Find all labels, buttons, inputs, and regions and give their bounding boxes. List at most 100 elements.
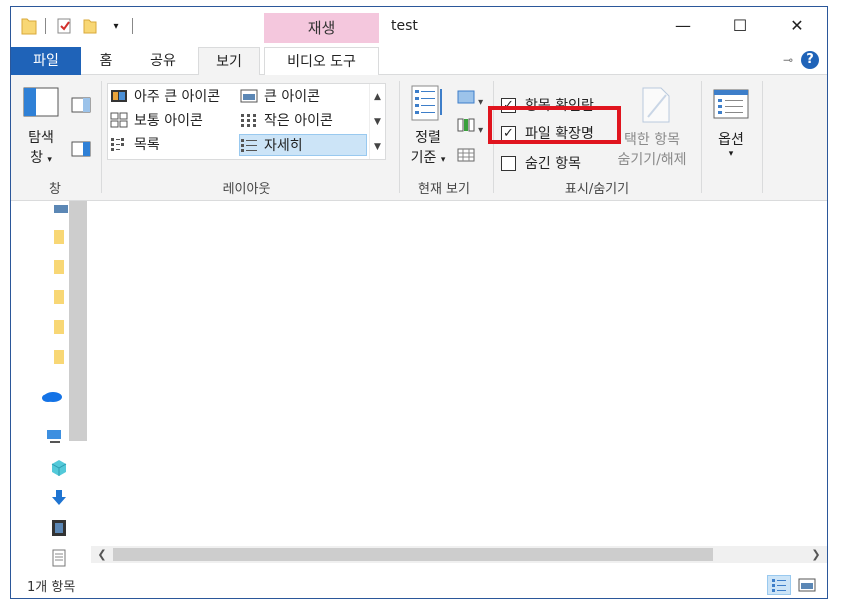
divider <box>132 18 133 34</box>
group-label-show-hide: 표시/숨기기 <box>564 182 630 197</box>
scroll-up-icon[interactable]: ▲ <box>370 84 385 109</box>
hide-selected-label-1: 택한 항목 <box>624 132 680 148</box>
properties-icon[interactable] <box>54 16 74 36</box>
customize-toolbar-icon[interactable]: ▾ <box>106 16 126 36</box>
downloads-icon[interactable] <box>51 489 67 505</box>
tab-file[interactable]: 파일 <box>11 47 81 75</box>
add-columns-icon[interactable]: ▾ <box>457 117 483 136</box>
sort-by-label-2: 기준 <box>410 150 437 166</box>
quick-access-toolbar: ▾ <box>19 15 141 37</box>
this-pc-icon[interactable] <box>45 429 63 445</box>
small-icons-icon <box>240 112 258 128</box>
hide-selected-items-button[interactable]: 택한 항목 숨기기/해제 <box>609 87 695 173</box>
layout-item-label: 자세히 <box>264 138 303 154</box>
hide-selected-items-icon <box>642 87 670 123</box>
layout-large-icons[interactable]: 큰 아이콘 <box>240 85 320 107</box>
picture-icon[interactable] <box>53 203 69 219</box>
chevron-down-icon: ▾ <box>47 155 52 165</box>
folder-icon[interactable] <box>53 289 69 305</box>
options-label: 옵션 <box>718 132 744 148</box>
layout-item-label: 작은 아이콘 <box>264 113 333 129</box>
checkbox-unchecked-icon <box>501 155 516 171</box>
scroll-right-icon[interactable]: ❯ <box>807 546 825 563</box>
hidden-items-label: 숨긴 항목 <box>525 156 581 172</box>
3d-objects-icon[interactable] <box>51 459 67 476</box>
help-icon[interactable]: ? <box>801 51 819 69</box>
navigation-pane-icon <box>23 87 59 117</box>
navigation-pane-label-1: 탐색 <box>28 130 54 146</box>
close-button[interactable]: ✕ <box>768 7 826 43</box>
layout-list[interactable]: 목록 <box>110 133 160 155</box>
divider <box>101 81 102 193</box>
layout-item-label: 아주 큰 아이콘 <box>134 89 221 105</box>
size-columns-icon[interactable] <box>457 147 475 167</box>
divider <box>701 81 702 193</box>
tab-home[interactable]: 홈 <box>87 47 125 75</box>
folder-icon[interactable] <box>53 229 69 245</box>
details-view-button[interactable] <box>767 575 791 595</box>
tab-view[interactable]: 보기 <box>198 47 260 76</box>
item-count: 1개 항목 <box>27 580 76 595</box>
chevron-down-icon: ▾ <box>440 155 446 165</box>
folder-icon[interactable] <box>53 259 69 275</box>
sort-by-button[interactable]: 정렬 기준 ▾ <box>405 85 451 175</box>
hide-selected-label-2: 숨기기/해제 <box>617 152 687 168</box>
scroll-down-icon[interactable]: ▼ <box>370 109 385 134</box>
layout-small-icons[interactable]: 작은 아이콘 <box>240 109 333 131</box>
documents-icon[interactable] <box>51 549 67 567</box>
tab-share[interactable]: 공유 <box>135 47 191 75</box>
navigation-pane <box>11 201 91 570</box>
folder-icon[interactable] <box>53 319 69 335</box>
sort-by-icon <box>411 85 442 121</box>
window-title: test <box>391 18 418 34</box>
context-tab-play[interactable]: 재생 <box>264 13 379 43</box>
navigation-pane-scrollbar[interactable] <box>69 201 87 441</box>
medium-icons-icon <box>110 112 128 128</box>
large-icons-view-icon <box>798 578 816 592</box>
list-icon <box>110 136 128 152</box>
details-view-icon <box>772 579 786 592</box>
details-icon <box>240 137 258 153</box>
layout-item-label: 큰 아이콘 <box>264 89 320 105</box>
scrollbar-thumb[interactable] <box>113 548 713 561</box>
navigation-pane-label-2: 창 <box>30 150 43 166</box>
divider <box>45 18 46 34</box>
content-area: ❮ ❯ <box>11 201 827 570</box>
group-label-pane: 창 <box>49 182 61 197</box>
options-button[interactable]: 옵션 ▾ <box>709 89 753 169</box>
pin-ribbon-icon[interactable]: ⊸ <box>783 53 793 67</box>
expand-gallery-icon[interactable]: ▼ <box>370 134 385 159</box>
group-label-current-view: 현재 보기 <box>418 182 470 197</box>
onedrive-icon[interactable] <box>41 389 63 405</box>
horizontal-scrollbar[interactable]: ❮ ❯ <box>91 546 827 563</box>
layout-details[interactable]: 자세히 <box>239 134 367 156</box>
new-folder-icon[interactable] <box>80 16 100 36</box>
large-icons-view-button[interactable] <box>795 575 819 595</box>
minimize-button[interactable]: — <box>654 7 712 43</box>
divider <box>762 81 763 193</box>
hidden-items-toggle[interactable]: 숨긴 항목 <box>501 153 581 173</box>
ribbon-view: 탐색 창 ▾ 창 아주 큰 아이콘 큰 아이콘 보통 아이콘 작은 아이콘 목록… <box>11 75 827 201</box>
navigation-pane-button[interactable]: 탐색 창 ▾ <box>19 87 63 173</box>
large-icons-icon <box>240 88 258 104</box>
group-by-icon[interactable]: ▾ <box>457 89 483 108</box>
details-pane-icon[interactable] <box>71 141 91 161</box>
maximize-button[interactable]: ☐ <box>711 7 769 43</box>
layout-item-label: 목록 <box>134 137 160 153</box>
options-icon <box>713 89 749 119</box>
layout-medium-icons[interactable]: 보통 아이콘 <box>110 109 203 131</box>
explorer-window: ▾ 재생 test — ☐ ✕ 파일 홈 공유 보기 비디오 도구 ⊸ ? 탐색… <box>10 6 828 599</box>
layout-extra-large-icons[interactable]: 아주 큰 아이콘 <box>110 85 220 107</box>
preview-pane-icon[interactable] <box>71 97 91 117</box>
chevron-down-icon: ▾ <box>728 149 734 159</box>
sort-by-label-1: 정렬 <box>415 130 441 146</box>
videos-icon[interactable] <box>51 519 67 536</box>
extra-large-icons-icon <box>110 88 128 104</box>
scroll-left-icon[interactable]: ❮ <box>93 546 111 563</box>
folder-icon[interactable] <box>53 349 69 365</box>
layout-gallery: 아주 큰 아이콘 큰 아이콘 보통 아이콘 작은 아이콘 목록 자세히 ▲ ▼ … <box>107 83 386 160</box>
layout-gallery-scroll[interactable]: ▲ ▼ ▼ <box>369 84 385 159</box>
file-extensions-highlight <box>488 106 621 144</box>
ribbon-tabs: 파일 홈 공유 보기 비디오 도구 ⊸ ? <box>11 43 827 76</box>
tab-video-tools[interactable]: 비디오 도구 <box>264 47 379 75</box>
